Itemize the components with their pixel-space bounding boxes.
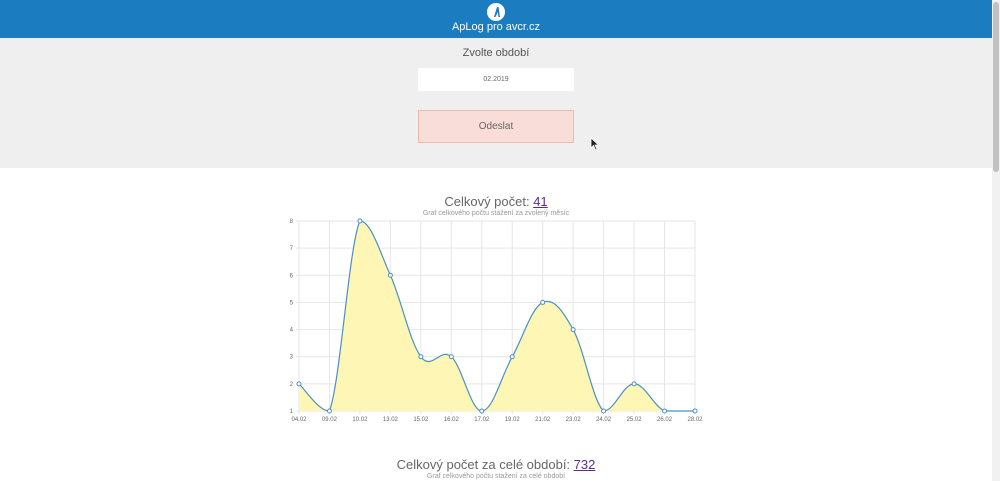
data-point xyxy=(662,408,668,414)
data-point xyxy=(509,354,515,360)
y-tick-label: 5 xyxy=(290,300,294,306)
x-tick-label: 25.02 xyxy=(627,417,643,423)
data-point xyxy=(631,381,637,387)
scrollbar-thumb[interactable] xyxy=(993,2,999,172)
total-count-title: Celkový počet za celé období: 732 xyxy=(0,457,992,472)
data-point xyxy=(448,354,454,360)
x-tick-label: 10.02 xyxy=(352,417,368,423)
total-count-label: Celkový počet za celé období: xyxy=(396,457,574,472)
data-point xyxy=(570,327,576,333)
x-tick-label: 04.02 xyxy=(291,417,307,423)
data-point xyxy=(326,408,332,414)
monthly-downloads-chart: 1 2 3 4 5 6 7 8 04.02 09.02 10.02 13.02 15.02 16.02 17… xyxy=(290,218,703,423)
data-point xyxy=(692,408,698,414)
y-tick-label: 8 xyxy=(290,219,294,225)
total-chart-subtitle: Graf celkového počtu stažení za celé obd… xyxy=(426,473,566,480)
total-count-link[interactable]: 732 xyxy=(574,457,596,472)
data-point xyxy=(357,218,363,224)
data-point xyxy=(540,299,546,305)
x-tick-label: 23.02 xyxy=(566,417,582,423)
y-tick-label: 3 xyxy=(290,355,294,361)
x-tick-label: 21.02 xyxy=(535,417,551,423)
data-point xyxy=(418,354,424,360)
y-tick-label: 6 xyxy=(290,273,294,279)
data-point xyxy=(601,408,607,414)
data-point xyxy=(296,381,302,387)
x-tick-label: 17.02 xyxy=(474,417,490,423)
y-tick-label: 2 xyxy=(290,382,294,388)
y-tick-label: 4 xyxy=(290,328,294,334)
x-tick-label: 19.02 xyxy=(505,417,521,423)
y-tick-label: 1 xyxy=(290,409,294,415)
page-scrollbar[interactable] xyxy=(992,0,1000,481)
x-tick-label: 28.02 xyxy=(687,417,703,423)
data-point xyxy=(479,408,485,414)
x-tick-label: 15.02 xyxy=(413,417,429,423)
x-tick-label: 26.02 xyxy=(657,417,673,423)
data-point xyxy=(387,272,393,278)
x-tick-label: 13.02 xyxy=(383,417,399,423)
y-tick-label: 7 xyxy=(290,246,294,252)
x-tick-label: 09.02 xyxy=(322,417,338,423)
x-tick-label: 16.02 xyxy=(444,417,460,423)
x-tick-label: 24.02 xyxy=(596,417,612,423)
